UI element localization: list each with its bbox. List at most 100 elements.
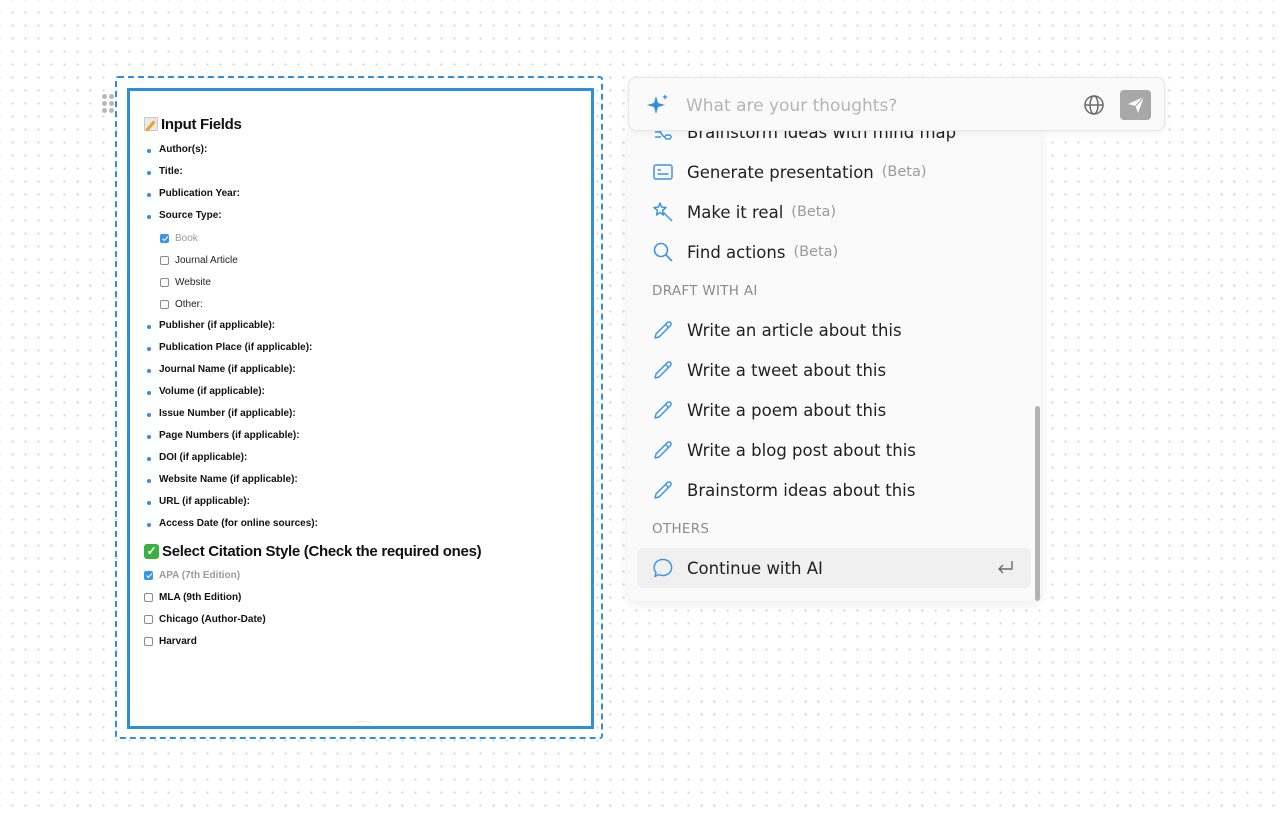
menu-item-make-it-real[interactable]: Make it real (Beta) [627,192,1041,232]
menu-item-label: Write a poem about this [687,400,887,420]
checkbox[interactable] [160,277,169,287]
checkbox-label: Chicago (Author-Date) [159,613,266,625]
field-item: Page Numbers (if applicable): [144,425,581,447]
menu-item-write-article[interactable]: Write an article about this [627,310,1041,350]
pencil-icon [654,481,672,499]
checkbox-item-journal-article[interactable]: Journal Article [160,249,581,271]
source-type-list: Book Journal Article Website Other: [144,227,581,315]
chat-bubble-icon [653,558,673,578]
field-item: DOI (if applicable): [144,447,581,469]
more-field-list: Publisher (if applicable): Publication P… [144,315,581,535]
section-header-draft: DRAFT WITH AI [652,283,758,299]
magic-wand-icon [653,202,673,222]
menu-item-label: Continue with AI [687,558,823,578]
checkbox-label: Website [175,276,211,288]
field-item: Publication Year: [144,183,581,205]
sparkle-icon [647,94,668,114]
menu-item-write-poem[interactable]: Write a poem about this [627,390,1041,430]
memo-icon [144,117,158,131]
checkbox[interactable] [144,636,153,646]
checkbox-label: Book [175,232,198,244]
menu-item-write-blog-post[interactable]: Write a blog post about this [627,430,1041,470]
field-item: Publisher (if applicable): [144,315,581,337]
pencil-icon [654,441,672,459]
checkbox-item-chicago[interactable]: Chicago (Author-Date) [144,608,581,630]
menu-item-write-tweet[interactable]: Write a tweet about this [627,350,1041,390]
beta-badge: (Beta) [881,164,927,180]
field-item: URL (if applicable): [144,491,581,513]
drag-dot [102,94,107,99]
ai-input-bar [628,77,1165,131]
beta-badge: (Beta) [791,204,837,220]
pencil-icon [654,401,672,419]
checkbox-label: Harvard [159,635,197,647]
menu-item-mind-map[interactable]: Brainstorm ideas with mind map [627,131,1041,152]
checkbox-item-harvard[interactable]: Harvard [144,630,581,652]
checkbox-label: Other: [175,298,203,310]
checkbox-label: Journal Article [175,254,238,266]
checkbox[interactable] [160,299,169,309]
send-icon [1127,96,1144,113]
menu-item-label: Write an article about this [687,320,902,340]
field-item: Title: [144,161,581,183]
section-header-others: OTHERS [652,521,710,537]
resize-handle[interactable] [352,721,372,728]
presentation-icon [653,164,673,180]
checkbox-item-book[interactable]: Book [160,227,581,249]
ai-actions-menu: Brainstorm ideas with mind map Generate … [627,131,1041,601]
menu-item-label: Write a tweet about this [687,360,887,380]
field-item: Author(s): [144,139,581,161]
field-item: Publication Place (if applicable): [144,337,581,359]
menu-item-label: Find actions [687,242,786,262]
enter-icon [998,561,1013,574]
checkbox-item-apa[interactable]: APA (7th Edition) [144,564,581,586]
drag-dot [109,101,114,106]
checkbox[interactable] [144,592,153,602]
field-item: Website Name (if applicable): [144,469,581,491]
beta-badge: (Beta) [793,244,839,260]
drag-dot [102,101,107,106]
globe-icon[interactable] [1083,94,1105,116]
document-card[interactable]: Input Fields Author(s): Title: Publicati… [127,88,594,729]
field-list: Author(s): Title: Publication Year: Sour… [144,139,581,227]
pencil-icon [654,361,672,379]
field-item: Issue Number (if applicable): [144,403,581,425]
citation-style-list: APA (7th Edition) MLA (9th Edition) Chic… [144,564,581,652]
menu-item-label: Generate presentation [687,162,874,182]
ai-prompt-input[interactable] [684,92,1068,120]
menu-item-continue-with-ai[interactable]: Continue with AI [637,548,1031,588]
menu-item-label: Brainstorm ideas with mind map [687,131,957,142]
menu-item-generate-presentation[interactable]: Generate presentation (Beta) [627,152,1041,192]
drag-handle[interactable] [102,94,116,114]
heading-text: Input Fields [161,115,242,133]
menu-item-find-actions[interactable]: Find actions (Beta) [627,232,1041,272]
field-item: Source Type: [144,205,581,227]
checkbox[interactable] [160,255,169,265]
field-item: Access Date (for online sources): [144,513,581,535]
checkbox-checked[interactable] [144,570,153,580]
field-item: Volume (if applicable): [144,381,581,403]
menu-item-brainstorm-ideas[interactable]: Brainstorm ideas about this [627,470,1041,510]
field-item: Journal Name (if applicable): [144,359,581,381]
heading-citation-style: ✓ Select Citation Style (Check the requi… [144,540,581,562]
menu-item-label: Write a blog post about this [687,440,916,460]
menu-item-label: Brainstorm ideas about this [687,480,916,500]
checkbox-item-website[interactable]: Website [160,271,581,293]
heading-text: Select Citation Style (Check the require… [162,542,482,560]
mind-map-icon [655,131,672,140]
drag-dot [102,108,107,113]
checkbox-checked[interactable] [160,233,169,243]
menu-item-label: Make it real [687,202,784,222]
checkbox-item-mla[interactable]: MLA (9th Edition) [144,586,581,608]
checkbox-item-other[interactable]: Other: [160,293,581,315]
search-icon [653,242,673,262]
checkbox-label: APA (7th Edition) [159,569,241,581]
heading-input-fields: Input Fields [144,113,581,135]
pencil-icon [654,321,672,339]
send-button[interactable] [1120,90,1151,120]
check-mark-button-icon: ✓ [144,543,159,559]
menu-scrollbar[interactable] [1035,406,1040,601]
drag-dot [109,108,114,113]
checkbox[interactable] [144,614,153,624]
drag-dot [109,94,114,99]
